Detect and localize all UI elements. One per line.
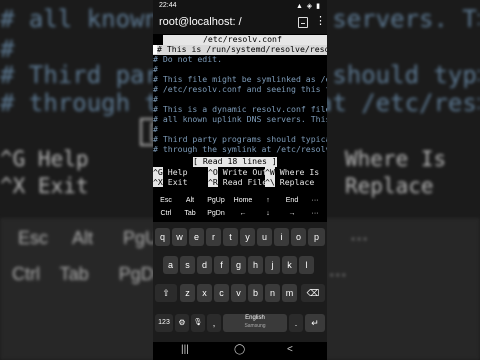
nano-status-message: [ Read 18 lines ] bbox=[193, 156, 277, 167]
key-y[interactable]: y bbox=[240, 228, 255, 246]
shift-key[interactable]: ⇧ bbox=[155, 284, 177, 302]
key-u[interactable]: u bbox=[257, 228, 272, 246]
phone-screen: 22:44 ▲ ◈ ▮ root@localhost: / ⋮ /etc/res… bbox=[153, 0, 327, 360]
extra-keys-bar: Esc Alt PgUp Home ↑ End ··· Ctrl Tab PgD… bbox=[153, 192, 327, 222]
shortcut-replace[interactable]: ^\ Replace bbox=[265, 177, 314, 188]
soft-keyboard: q w e r t y u i o p a s d f g h j k l ⇧ … bbox=[153, 222, 327, 342]
key-p[interactable]: p bbox=[308, 228, 325, 246]
key-e[interactable]: e bbox=[189, 228, 204, 246]
extra-key-home[interactable]: Home bbox=[231, 195, 255, 207]
period-key[interactable]: . bbox=[289, 314, 303, 332]
extra-key-pgup[interactable]: PgUp bbox=[203, 195, 229, 207]
nano-filename: /etc/resolv.conf bbox=[203, 34, 282, 44]
key-k[interactable]: k bbox=[282, 256, 297, 274]
extra-key-right[interactable]: → bbox=[281, 208, 303, 220]
status-icons: ▲ ◈ ▮ bbox=[295, 3, 321, 10]
terminal-line-8: # all known uplink DNS servers. This fil bbox=[153, 114, 327, 124]
backspace-key[interactable]: ⌫ bbox=[301, 284, 325, 302]
key-d[interactable]: d bbox=[197, 256, 212, 274]
status-bar: 22:44 ▲ ◈ ▮ bbox=[153, 0, 327, 12]
extra-key-pgdn[interactable]: PgDn bbox=[203, 208, 229, 220]
extra-key-esc[interactable]: Esc bbox=[155, 195, 177, 207]
app-title: root@localhost: / bbox=[159, 16, 242, 28]
terminal-line-2: # Do not edit. bbox=[153, 54, 223, 64]
bg-help-1: ^G Help bbox=[0, 147, 89, 171]
extra-key-down[interactable]: ↓ bbox=[257, 208, 279, 220]
terminal-line-11: # through the symlink at /etc/resolv.con… bbox=[153, 144, 327, 154]
key-h[interactable]: h bbox=[248, 256, 263, 274]
extra-key-end[interactable]: End bbox=[281, 195, 303, 207]
key-r[interactable]: r bbox=[206, 228, 221, 246]
numbers-key[interactable]: 123 bbox=[155, 314, 173, 332]
key-l[interactable]: l bbox=[299, 256, 314, 274]
key-x[interactable]: x bbox=[197, 284, 212, 302]
bg-help-2: ^X Exit bbox=[0, 174, 89, 198]
key-z[interactable]: z bbox=[180, 284, 195, 302]
key-i[interactable]: i bbox=[274, 228, 289, 246]
key-g[interactable]: g bbox=[231, 256, 246, 274]
app-bar: root@localhost: / ⋮ bbox=[153, 12, 327, 34]
overflow-menu-icon[interactable]: ⋮ bbox=[315, 16, 326, 27]
mic-key[interactable]: 🎙 bbox=[191, 314, 205, 332]
bg-replace: Replace bbox=[345, 174, 434, 198]
key-t[interactable]: t bbox=[223, 228, 238, 246]
comma-key[interactable]: , bbox=[207, 314, 221, 332]
recents-button[interactable]: ||| bbox=[181, 344, 189, 355]
settings-key[interactable]: ⚙ bbox=[175, 314, 189, 332]
space-key[interactable]: English Samsung bbox=[223, 314, 287, 332]
status-time: 22:44 bbox=[159, 2, 177, 9]
bg-whereis: Where Is bbox=[345, 147, 447, 171]
home-button[interactable]: ◯ bbox=[234, 344, 245, 355]
space-key-brand: Samsung bbox=[244, 323, 266, 329]
shortcut-read-file[interactable]: ^R Read File bbox=[208, 177, 267, 188]
back-button[interactable]: < bbox=[287, 344, 293, 355]
extra-key-up[interactable]: ↑ bbox=[257, 195, 279, 207]
space-key-language: English bbox=[245, 315, 265, 321]
extra-key-alt[interactable]: Alt bbox=[179, 195, 201, 207]
navigation-bar: ||| ◯ < bbox=[153, 342, 327, 360]
extra-key-left[interactable]: ← bbox=[231, 208, 255, 220]
enter-key[interactable]: ↵ bbox=[305, 314, 325, 332]
key-n[interactable]: n bbox=[265, 284, 280, 302]
extra-key-ctrl[interactable]: Ctrl bbox=[155, 208, 177, 220]
shortcut-exit[interactable]: ^X Exit bbox=[153, 177, 188, 188]
key-a[interactable]: a bbox=[163, 256, 178, 274]
key-q[interactable]: q bbox=[155, 228, 170, 246]
extra-key-more-2[interactable]: ··· bbox=[305, 208, 325, 220]
bg-line-2: # bbox=[0, 35, 15, 63]
key-s[interactable]: s bbox=[180, 256, 195, 274]
key-j[interactable]: j bbox=[265, 256, 280, 274]
key-f[interactable]: f bbox=[214, 256, 229, 274]
key-m[interactable]: m bbox=[282, 284, 297, 302]
key-c[interactable]: c bbox=[214, 284, 229, 302]
terminal-view[interactable]: /etc/resolv.conf # This is /run/systemd/… bbox=[153, 34, 327, 191]
extra-key-more-1[interactable]: ··· bbox=[305, 195, 325, 207]
key-o[interactable]: o bbox=[291, 228, 306, 246]
key-v[interactable]: v bbox=[231, 284, 246, 302]
keyboard-toggle-icon[interactable] bbox=[298, 17, 308, 28]
extra-key-tab[interactable]: Tab bbox=[179, 208, 201, 220]
key-b[interactable]: b bbox=[248, 284, 263, 302]
key-w[interactable]: w bbox=[172, 228, 187, 246]
terminal-line-5: # /etc/resolv.conf and seeing this text bbox=[153, 84, 327, 94]
